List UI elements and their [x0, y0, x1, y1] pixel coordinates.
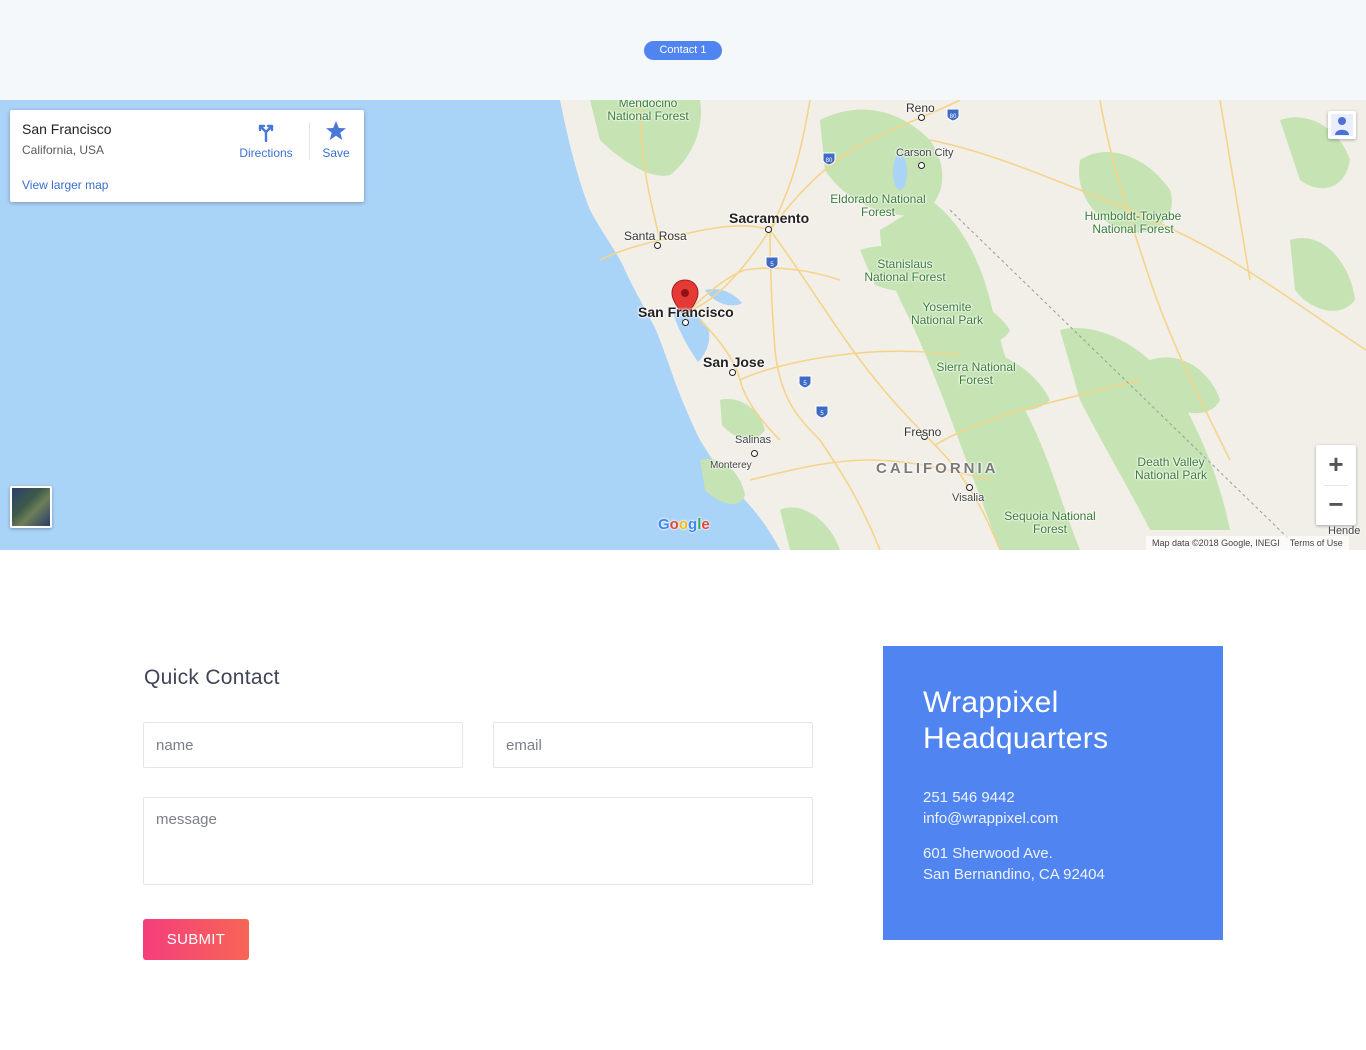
hq-email: info@wrappixel.com [923, 810, 1059, 827]
city-dot [654, 242, 661, 249]
interstate-shield-icon: 5 [815, 405, 829, 419]
interstate-shield-icon: 5 [798, 375, 812, 389]
view-larger-map-link[interactable]: View larger map [22, 178, 108, 192]
map-label-yosemite: Yosemite National Park [910, 300, 984, 327]
save-place-button[interactable]: Save [316, 120, 356, 160]
svg-text:80: 80 [826, 158, 833, 164]
hq-address-line1: 601 Sherwood Ave. [923, 845, 1053, 862]
headquarters-title-line2: Headquarters [923, 722, 1109, 755]
directions-button[interactable]: Directions [238, 120, 294, 160]
map-label-california: CALIFORNIA [876, 460, 999, 477]
map-label-san-jose: San Jose [703, 354, 765, 370]
directions-icon [258, 124, 274, 142]
map-label-death-valley: Death Valley National Park [1134, 455, 1208, 482]
city-dot [918, 114, 925, 121]
zoom-controls: + − [1316, 445, 1356, 525]
city-dot [751, 450, 758, 457]
city-dot [918, 162, 925, 169]
headquarters-title-line1: Wrappixel [923, 686, 1059, 719]
satellite-toggle-button[interactable] [10, 486, 52, 528]
map-label-san-francisco: San Francisco [638, 304, 734, 320]
map-label-visalia: Visalia [952, 492, 985, 504]
page-badge: Contact 1 [644, 41, 722, 60]
top-banner: Contact 1 [0, 0, 1366, 100]
map-label-santa-rosa: Santa Rosa [624, 229, 687, 243]
place-name: San Francisco [22, 121, 112, 137]
map-label-humboldt: Humboldt-Toiyabe National Forest [1084, 209, 1182, 236]
map-label-sierra: Sierra National Forest [936, 360, 1016, 387]
place-info-card: San Francisco California, USA View large… [10, 110, 364, 202]
message-field[interactable] [143, 797, 813, 885]
map-label-stanislaus: Stanislaus National Forest [864, 257, 946, 284]
submit-button[interactable]: SUBMIT [143, 919, 249, 960]
map-label-fresno: Fresno [904, 425, 942, 439]
google-map[interactable]: 80 80 5 5 5 Mendocino National Forest Re… [0, 100, 1366, 550]
zoom-out-button[interactable]: − [1316, 485, 1356, 525]
headquarters-title: Wrappixel Headquarters [923, 685, 1108, 757]
map-label-reno: Reno [906, 101, 935, 115]
hq-phone: 251 546 9442 [923, 789, 1015, 806]
map-label-mendocino: Mendocino National Forest [607, 100, 689, 123]
pegman-icon [1331, 114, 1353, 136]
name-field[interactable] [143, 722, 463, 768]
map-label-salinas: Salinas [735, 434, 772, 446]
interstate-shield-icon: 80 [822, 152, 836, 166]
email-field[interactable] [493, 722, 813, 768]
map-attribution: Map data ©2018 Google, INEGI Terms of Use [1146, 536, 1349, 550]
zoom-in-button[interactable]: + [1316, 445, 1356, 485]
svg-text:80: 80 [950, 114, 957, 120]
map-label-carson-city: Carson City [896, 147, 954, 159]
hq-address-line2: San Bernandino, CA 92404 [923, 866, 1105, 883]
headquarters-card: Wrappixel Headquarters 251 546 9442 info… [883, 646, 1223, 940]
star-icon [326, 121, 346, 140]
map-label-monterey: Monterey [710, 460, 752, 471]
map-label-sacramento: Sacramento [729, 210, 810, 226]
google-logo: Google [658, 516, 710, 533]
city-dot [682, 319, 689, 326]
map-label-eldorado: Eldorado National Forest [830, 192, 926, 219]
save-label: Save [322, 146, 350, 160]
street-view-button[interactable] [1328, 111, 1356, 139]
city-dot [765, 226, 772, 233]
card-divider [309, 122, 310, 160]
map-label-sequoia: Sequoia National Forest [1004, 509, 1096, 536]
interstate-shield-icon: 80 [946, 108, 960, 122]
interstate-shield-icon: 5 [765, 256, 779, 270]
place-region: California, USA [22, 143, 105, 157]
city-dot [729, 369, 736, 376]
directions-label: Directions [239, 146, 293, 160]
city-dot [966, 484, 973, 491]
map-data-credit: Map data ©2018 Google, INEGI [1152, 538, 1280, 548]
quick-contact-title: Quick Contact [144, 666, 280, 689]
terms-of-use-link[interactable]: Terms of Use [1290, 538, 1343, 548]
